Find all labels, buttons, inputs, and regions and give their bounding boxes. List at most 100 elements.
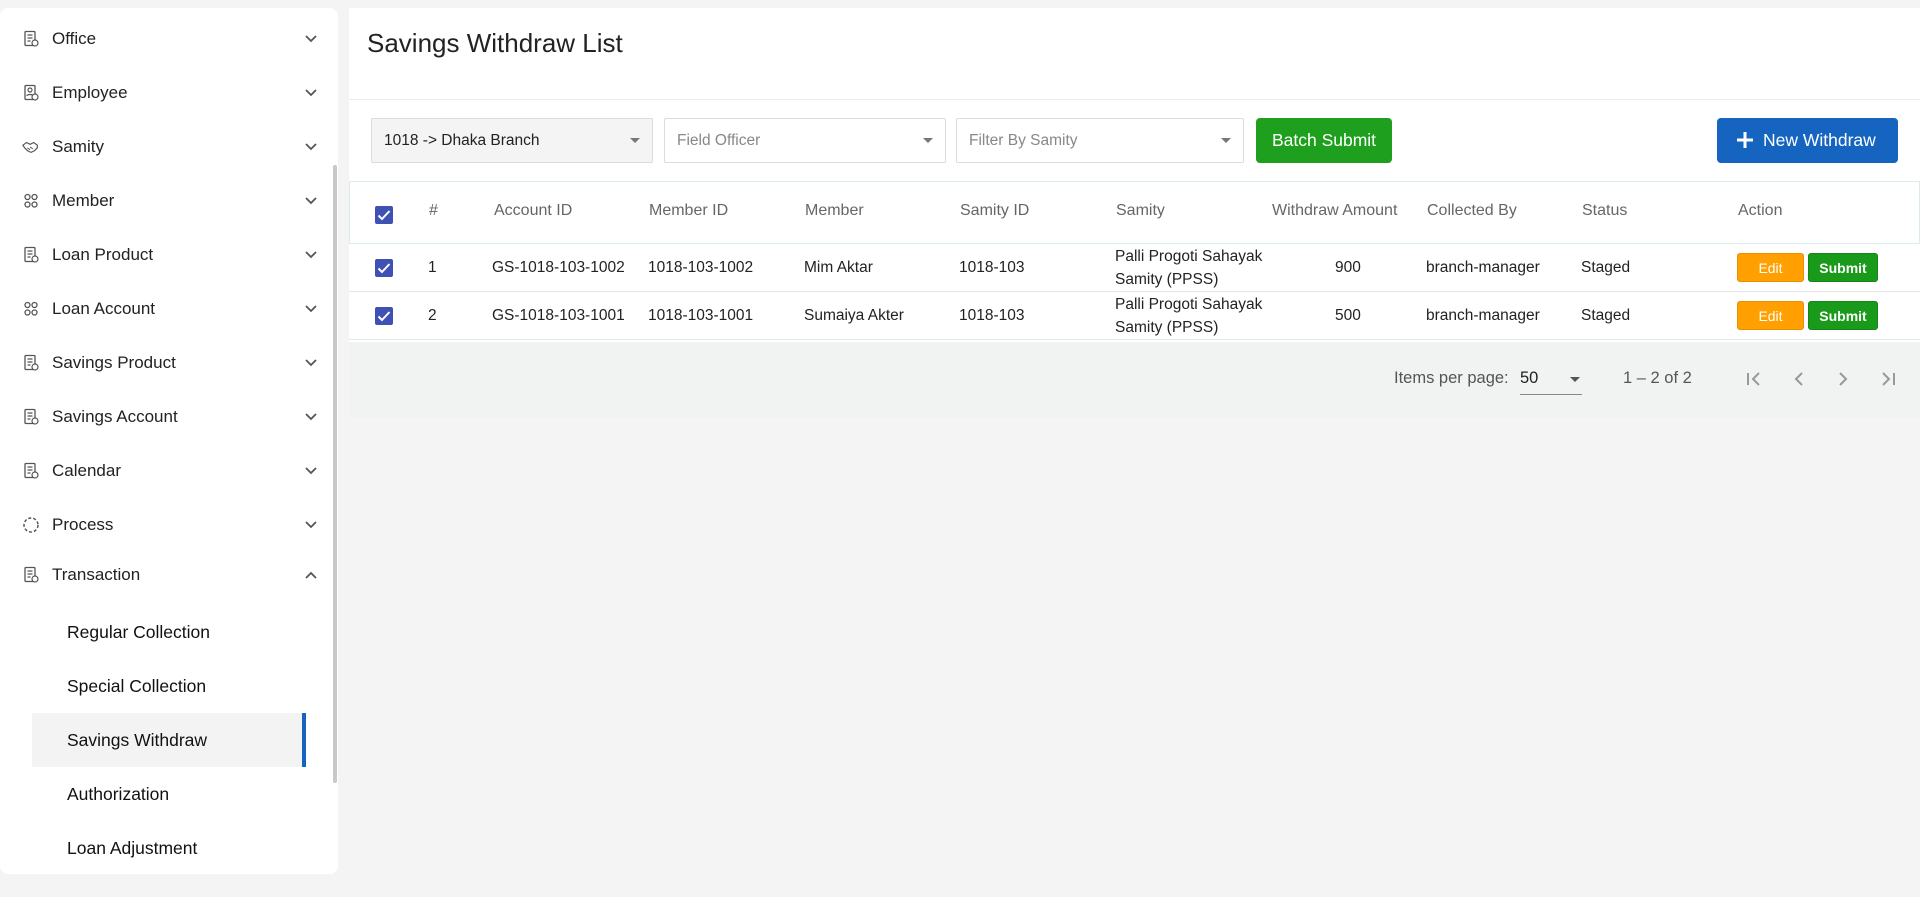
sidebar-subitem-loan-adjustment[interactable]: Loan Adjustment	[32, 821, 306, 875]
group-icon	[22, 192, 40, 210]
sidebar-item-label: Loan Product	[52, 245, 154, 264]
plus-icon	[1737, 132, 1753, 148]
sidebar-item-savings-account[interactable]: Savings Account	[0, 397, 330, 437]
cell-samity-line1: Palli Progoti Sahayak	[1115, 248, 1263, 265]
title-divider	[349, 99, 1920, 100]
sidebar-item-label: Process	[52, 515, 114, 534]
sidebar-item-transaction[interactable]: Transaction	[0, 555, 330, 595]
col-member[interactable]: Member	[805, 202, 864, 220]
sidebar-item-label: Office	[52, 29, 97, 48]
chevron-up-icon	[302, 566, 320, 584]
sidebar-item-calendar[interactable]: Calendar	[0, 451, 330, 491]
chevron-down-icon	[302, 408, 320, 426]
sidebar-item-label: Calendar	[52, 461, 121, 480]
next-page-button[interactable]	[1830, 366, 1856, 392]
col-index: #	[429, 202, 438, 219]
first-page-button[interactable]	[1741, 366, 1767, 392]
sidebar-item-savings-product[interactable]: Savings Product	[0, 343, 330, 383]
handshake-icon	[22, 138, 40, 156]
col-status[interactable]: Status	[1582, 202, 1627, 220]
batch-submit-button[interactable]: Batch Submit	[1256, 118, 1392, 163]
edit-button[interactable]: Edit	[1737, 301, 1804, 330]
chevron-down-icon	[1570, 377, 1580, 382]
sidebar-subitem-label: Special Collection	[67, 675, 207, 696]
document-icon	[22, 354, 40, 372]
items-per-page-select[interactable]: 50	[1520, 365, 1582, 395]
cell-status: Staged	[1581, 307, 1631, 324]
cell-collected-by: branch-manager	[1426, 307, 1540, 324]
sidebar-item-label: Savings Account	[52, 407, 178, 426]
new-withdraw-label: New Withdraw	[1763, 130, 1876, 150]
document-icon	[22, 30, 40, 48]
table-row: 1 GS-1018-103-1002 1018-103-1002 Mim Akt…	[349, 244, 1920, 292]
last-page-icon	[1882, 372, 1895, 386]
id-card-icon	[22, 84, 40, 102]
check-icon	[377, 263, 391, 274]
cell-samity-id: 1018-103	[959, 259, 1025, 276]
chevron-right-icon	[1839, 372, 1848, 386]
items-per-page-value: 50	[1520, 369, 1539, 387]
chevron-down-icon	[302, 354, 320, 372]
branch-select[interactable]: 1018 -> Dhaka Branch	[371, 118, 653, 163]
prev-page-button[interactable]	[1786, 366, 1812, 392]
samity-filter-select[interactable]: Filter By Samity	[956, 118, 1244, 163]
submit-button[interactable]: Submit	[1808, 253, 1878, 282]
page-title: Savings Withdraw List	[367, 28, 623, 58]
field-officer-placeholder: Field Officer	[677, 131, 761, 149]
chevron-down-icon	[630, 138, 640, 143]
sidebar-subitem-regular-collection[interactable]: Regular Collection	[32, 605, 306, 659]
check-icon	[377, 210, 391, 221]
col-collected-by[interactable]: Collected By	[1427, 202, 1517, 220]
sidebar-item-office[interactable]: Office	[0, 19, 330, 59]
col-amount[interactable]: Withdraw Amount	[1272, 202, 1397, 220]
chevron-down-icon	[302, 192, 320, 210]
table-row: 2 GS-1018-103-1001 1018-103-1001 Sumaiya…	[349, 292, 1920, 340]
sidebar-item-label: Employee	[52, 83, 128, 102]
col-member-id[interactable]: Member ID	[649, 202, 728, 220]
cell-account-id: GS-1018-103-1001	[492, 307, 625, 324]
sidebar-scrollbar[interactable]	[333, 165, 337, 783]
sidebar-item-process[interactable]: Process	[0, 505, 330, 545]
submit-button[interactable]: Submit	[1808, 301, 1878, 330]
circle-dashed-icon	[22, 516, 40, 534]
sidebar-subitem-label: Regular Collection	[67, 621, 210, 642]
cell-member: Sumaiya Akter	[804, 307, 904, 324]
chevron-down-icon	[302, 246, 320, 264]
sidebar-item-employee[interactable]: Employee	[0, 73, 330, 113]
cell-amount: 900	[1335, 259, 1361, 276]
sidebar-item-label: Savings Product	[52, 353, 176, 372]
branch-select-value: 1018 -> Dhaka Branch	[384, 131, 540, 149]
sidebar-subitem-special-collection[interactable]: Special Collection	[32, 659, 306, 713]
row-checkbox[interactable]	[375, 259, 393, 277]
col-samity[interactable]: Samity	[1116, 202, 1165, 220]
sidebar-item-samity[interactable]: Samity	[0, 127, 330, 167]
sidebar-item-loan-product[interactable]: Loan Product	[0, 235, 330, 275]
chevron-down-icon	[302, 84, 320, 102]
sidebar-item-member[interactable]: Member	[0, 181, 330, 221]
cell-amount: 500	[1335, 307, 1361, 324]
check-icon	[377, 311, 391, 322]
sidebar-item-loan-account[interactable]: Loan Account	[0, 289, 330, 329]
chevron-down-icon	[923, 138, 933, 143]
sidebar-subitem-authorization[interactable]: Authorization	[32, 767, 306, 821]
edit-button[interactable]: Edit	[1737, 253, 1804, 282]
row-checkbox[interactable]	[375, 307, 393, 325]
table-header: # Account ID Member ID Member Samity ID …	[349, 181, 1920, 244]
cell-status: Staged	[1581, 259, 1631, 276]
cell-samity: Palli Progoti Sahayak Samity (PPSS)	[1115, 293, 1262, 339]
select-all-checkbox[interactable]	[375, 206, 393, 224]
chevron-down-icon	[1221, 138, 1231, 143]
cell-samity-line2: Samity (PPSS)	[1115, 271, 1219, 288]
chevron-left-icon	[1794, 372, 1803, 386]
sidebar-subitem-savings-withdraw[interactable]: Savings Withdraw	[32, 713, 306, 767]
sidebar-item-label: Transaction	[52, 565, 141, 584]
last-page-button[interactable]	[1875, 366, 1901, 392]
col-account-id[interactable]: Account ID	[494, 202, 572, 220]
chevron-down-icon	[302, 462, 320, 480]
chevron-down-icon	[302, 516, 320, 534]
col-samity-id[interactable]: Samity ID	[960, 202, 1029, 220]
document-icon	[22, 462, 40, 480]
new-withdraw-button[interactable]: New Withdraw	[1717, 118, 1898, 163]
group-icon	[22, 300, 40, 318]
field-officer-select[interactable]: Field Officer	[664, 118, 946, 163]
